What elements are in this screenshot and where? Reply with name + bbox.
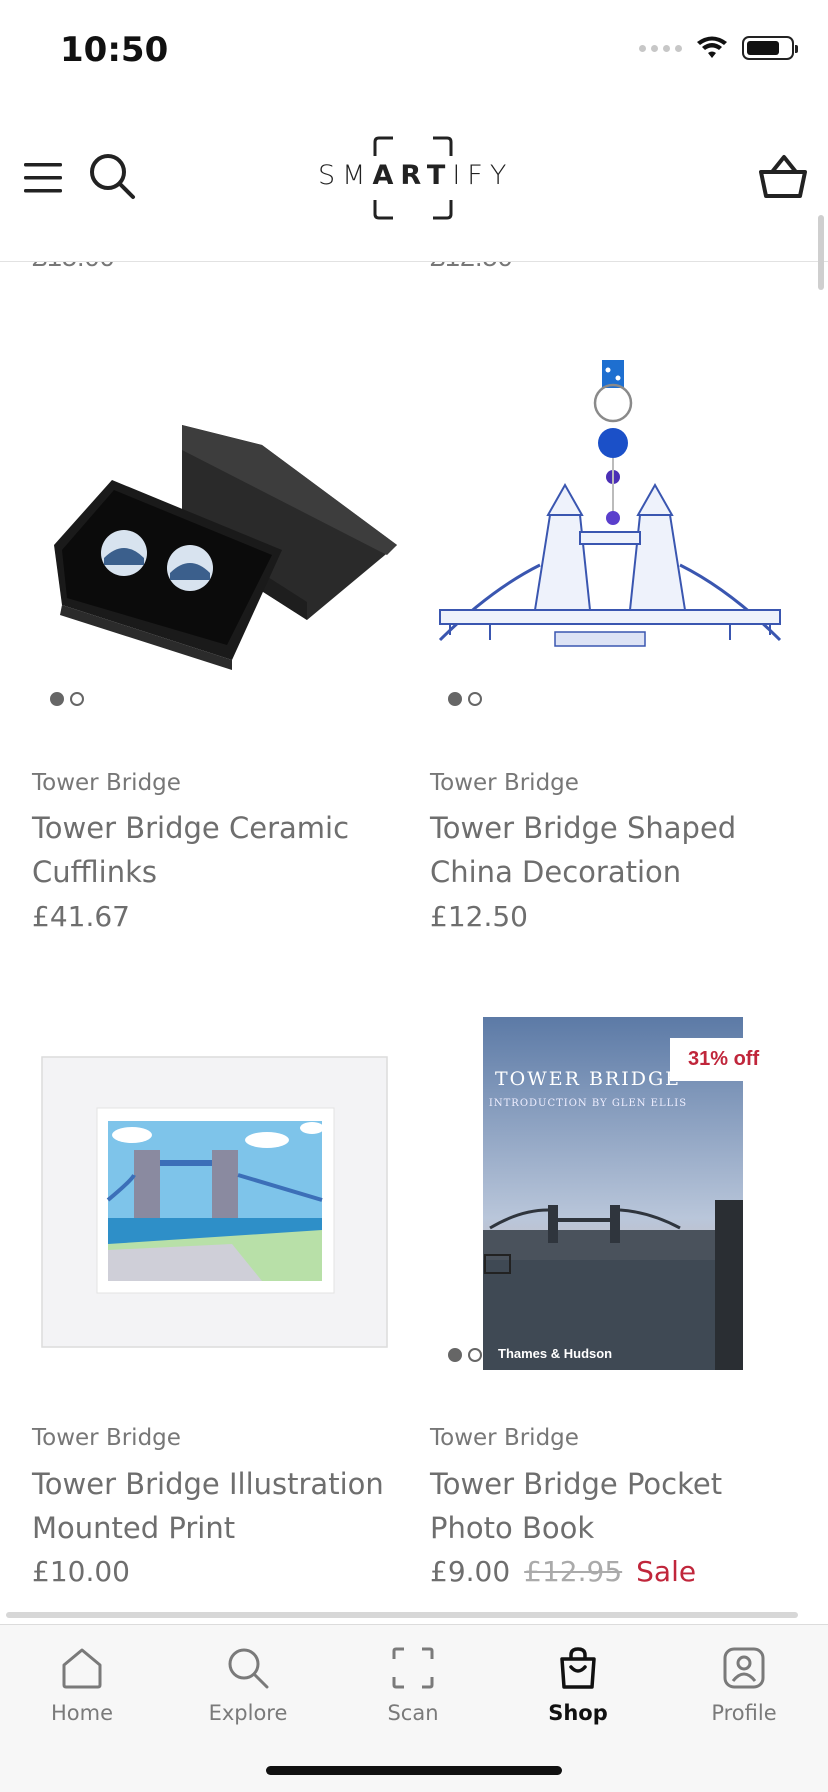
search-button[interactable] (86, 150, 138, 202)
house-icon (62, 1648, 102, 1689)
smartify-logo[interactable]: SMARTIFY (318, 136, 508, 222)
product-title[interactable]: Tower Bridge Pocket Photo Book (430, 1462, 790, 1550)
product-image-decoration[interactable] (430, 340, 810, 710)
tab-profile[interactable]: Profile (679, 1645, 809, 1755)
product-vendor: Tower Bridge (430, 1425, 579, 1451)
cart-button[interactable] (756, 150, 810, 204)
product-image-print[interactable] (32, 1000, 412, 1370)
book-cover-title: TOWER BRIDGE (494, 1068, 682, 1090)
profile-icon (723, 1647, 765, 1689)
search-icon (228, 1648, 269, 1689)
book-cover-publisher: Thames & Hudson (498, 1346, 613, 1361)
tab-explore[interactable]: Explore (183, 1645, 313, 1755)
image-carousel-dots[interactable] (50, 692, 84, 706)
vertical-scrollbar[interactable] (818, 215, 824, 290)
basket-icon (759, 155, 807, 198)
product-vendor: Tower Bridge (32, 1425, 181, 1451)
cellular-signal-icon (639, 44, 682, 52)
logo-wordmark: SMARTIFY (318, 160, 514, 191)
app-header: SMARTIFY (0, 100, 828, 262)
product-title[interactable]: Tower Bridge Illustration Mounted Print (32, 1462, 392, 1550)
menu-button[interactable] (20, 155, 66, 201)
status-bar: 10:50 (0, 0, 828, 100)
battery-icon (742, 36, 798, 60)
tab-scan[interactable]: Scan (348, 1645, 478, 1755)
discount-badge: 31% off (670, 1038, 778, 1081)
product-price: £12.50 (430, 900, 528, 933)
product-vendor: Tower Bridge (32, 770, 181, 796)
product-vendor: Tower Bridge (430, 770, 579, 796)
product-price-row: £9.00 £12.95 Sale (430, 1555, 696, 1588)
hamburger-menu-icon (24, 163, 62, 193)
shopping-bag-icon (560, 1647, 596, 1689)
horizontal-scrollbar[interactable] (6, 1612, 798, 1618)
tab-label: Profile (711, 1701, 777, 1725)
product-price: £9.00 (430, 1555, 511, 1588)
scan-frame-icon (392, 1647, 434, 1689)
home-indicator (266, 1766, 562, 1775)
product-image-cufflinks[interactable] (32, 340, 412, 710)
product-title[interactable]: Tower Bridge Ceramic Cufflinks (32, 806, 392, 894)
image-carousel-dots[interactable] (448, 1348, 482, 1362)
search-icon (90, 154, 135, 199)
product-price: £10.00 (32, 1555, 130, 1588)
status-icons (639, 36, 798, 60)
book-cover-subtitle: INTRODUCTION BY GLEN ELLIS (488, 1098, 688, 1109)
tab-shop[interactable]: Shop (513, 1645, 643, 1755)
image-carousel-dots[interactable] (448, 692, 482, 706)
tab-label: Explore (208, 1701, 288, 1725)
product-title[interactable]: Tower Bridge Shaped China Decoration (430, 806, 790, 894)
product-compare-price: £12.95 (524, 1555, 623, 1588)
tab-label: Shop (548, 1701, 608, 1725)
status-time: 10:50 (60, 30, 169, 70)
tab-label: Home (50, 1701, 113, 1725)
tab-home[interactable]: Home (17, 1645, 147, 1755)
wifi-icon (697, 36, 727, 58)
tab-label: Scan (387, 1701, 439, 1725)
sale-label: Sale (636, 1555, 697, 1588)
product-price: £41.67 (32, 900, 130, 933)
